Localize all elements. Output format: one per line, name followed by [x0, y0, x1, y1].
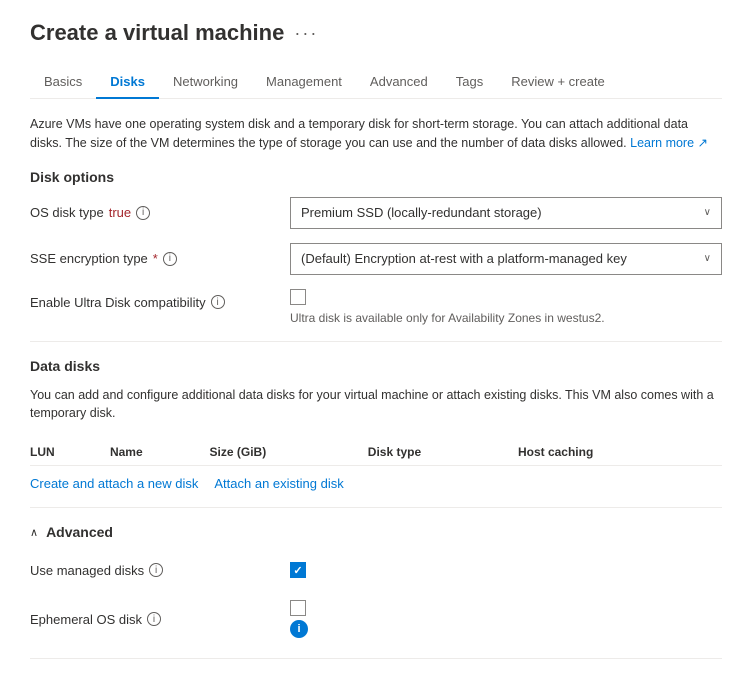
- data-disks-separator: [30, 507, 722, 508]
- os-disk-type-label: OS disk type true i: [30, 205, 290, 220]
- description-text: Azure VMs have one operating system disk…: [30, 117, 688, 150]
- managed-disks-info-icon[interactable]: i: [149, 563, 163, 577]
- ultra-disk-row: Enable Ultra Disk compatibility i Ultra …: [30, 289, 722, 325]
- managed-disks-label: Use managed disks i: [30, 563, 290, 578]
- sse-info-icon[interactable]: i: [163, 252, 177, 266]
- disk-options-title: Disk options: [30, 169, 722, 185]
- ephemeral-os-row: Ephemeral OS disk i i: [30, 600, 722, 638]
- ephemeral-os-control: i: [290, 600, 722, 638]
- data-disks-section: Data disks You can add and configure add…: [30, 358, 722, 492]
- sse-encryption-select[interactable]: (Default) Encryption at-rest with a plat…: [290, 243, 722, 275]
- ephemeral-info-circle-icon[interactable]: i: [290, 620, 308, 638]
- os-disk-type-select[interactable]: Premium SSD (locally-redundant storage) …: [290, 197, 722, 229]
- advanced-section-title: Advanced: [46, 524, 113, 540]
- ultra-disk-checkbox[interactable]: [290, 289, 306, 305]
- title-ellipsis: ···: [294, 23, 318, 44]
- managed-disks-control: [290, 562, 722, 579]
- col-lun: LUN: [30, 439, 110, 466]
- sse-encryption-label: SSE encryption type * i: [30, 251, 290, 266]
- advanced-header[interactable]: ∧ Advanced: [30, 524, 722, 540]
- tab-review-create[interactable]: Review + create: [497, 66, 619, 99]
- ephemeral-os-info-icon[interactable]: i: [147, 612, 161, 626]
- tab-bar: Basics Disks Networking Management Advan…: [30, 66, 722, 99]
- data-disks-table: LUN Name Size (GiB) Disk type Host cachi…: [30, 439, 722, 466]
- sse-encryption-row: SSE encryption type * i (Default) Encryp…: [30, 243, 722, 275]
- ephemeral-os-checkbox[interactable]: [290, 600, 306, 616]
- managed-disks-row: Use managed disks i: [30, 554, 722, 586]
- tab-management[interactable]: Management: [252, 66, 356, 99]
- collapse-icon: ∧: [30, 526, 38, 539]
- ultra-disk-info-icon[interactable]: i: [211, 295, 225, 309]
- page-title-container: Create a virtual machine ···: [30, 20, 722, 46]
- sse-encryption-control: (Default) Encryption at-rest with a plat…: [290, 243, 722, 275]
- os-disk-type-value: Premium SSD (locally-redundant storage): [301, 205, 542, 220]
- ultra-disk-checkbox-wrapper: [290, 289, 722, 305]
- advanced-section: ∧ Advanced Use managed disks i Ephemeral…: [30, 524, 722, 638]
- tab-networking[interactable]: Networking: [159, 66, 252, 99]
- os-disk-type-row: OS disk type true i Premium SSD (locally…: [30, 197, 722, 229]
- ultra-disk-hint: Ultra disk is available only for Availab…: [290, 309, 722, 325]
- tab-basics[interactable]: Basics: [30, 66, 96, 99]
- sse-encryption-value: (Default) Encryption at-rest with a plat…: [301, 251, 627, 266]
- disk-options-separator: [30, 341, 722, 342]
- external-link-icon: ↗: [698, 136, 708, 150]
- data-disks-description: You can add and configure additional dat…: [30, 386, 722, 424]
- bottom-separator: [30, 658, 722, 659]
- attach-existing-disk-link[interactable]: Attach an existing disk: [214, 476, 343, 491]
- disk-table-header-row: LUN Name Size (GiB) Disk type Host cachi…: [30, 439, 722, 466]
- tab-advanced[interactable]: Advanced: [356, 66, 442, 99]
- ultra-disk-label: Enable Ultra Disk compatibility i: [30, 289, 290, 310]
- tab-tags[interactable]: Tags: [442, 66, 497, 99]
- ultra-disk-control: Ultra disk is available only for Availab…: [290, 289, 722, 325]
- tab-disks[interactable]: Disks: [96, 66, 159, 99]
- disk-actions: Create and attach a new disk Attach an e…: [30, 476, 722, 491]
- ephemeral-os-label: Ephemeral OS disk i: [30, 612, 290, 627]
- col-name: Name: [110, 439, 210, 466]
- page-description: Azure VMs have one operating system disk…: [30, 115, 722, 153]
- sse-chevron-icon: ∨: [704, 253, 711, 264]
- os-disk-type-control: Premium SSD (locally-redundant storage) …: [290, 197, 722, 229]
- os-disk-required-star: true: [109, 205, 131, 220]
- col-size: Size (GiB): [210, 439, 368, 466]
- os-disk-chevron-icon: ∨: [704, 207, 711, 218]
- managed-disks-checkbox[interactable]: [290, 562, 306, 578]
- page-title: Create a virtual machine: [30, 20, 284, 46]
- col-host-caching: Host caching: [518, 439, 722, 466]
- data-disks-title: Data disks: [30, 358, 722, 374]
- os-disk-info-icon[interactable]: i: [136, 206, 150, 220]
- learn-more-link[interactable]: Learn more ↗: [630, 136, 708, 150]
- col-disk-type: Disk type: [368, 439, 518, 466]
- sse-required-star: *: [153, 251, 158, 266]
- create-attach-disk-link[interactable]: Create and attach a new disk: [30, 476, 198, 491]
